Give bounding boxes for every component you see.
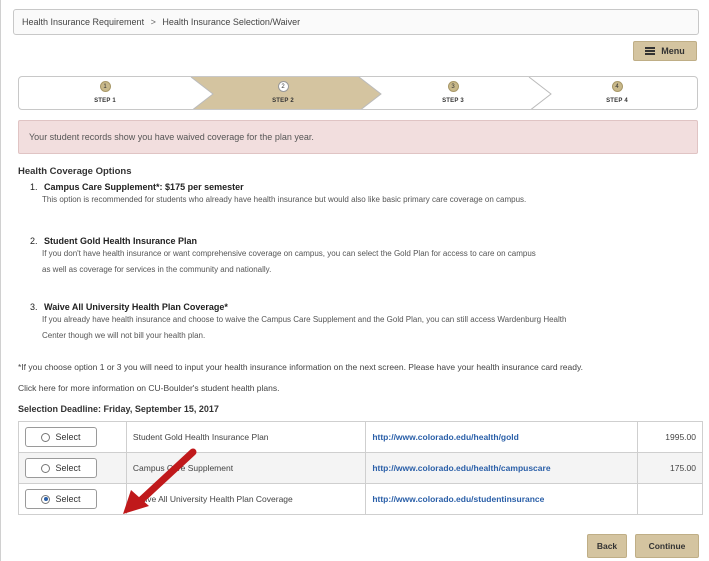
step-3-label: STEP 3 [442,98,464,104]
radio-selected-icon [41,494,51,504]
step-2-number: 2 [277,81,289,92]
option-description: as well as coverage for services in the … [42,265,272,274]
option-title: Student Gold Health Insurance Plan [44,236,198,246]
continue-button[interactable]: Continue [635,534,699,558]
option-description: If you don't have health insurance or wa… [42,249,536,258]
option-description: This option is recommended for students … [42,195,527,204]
option-number: 2. [30,236,38,246]
option-gold-plan: 2. Student Gold Health Insurance Plan If… [30,236,700,278]
radio-icon [41,463,51,473]
step-2: 2 STEP 2 [243,81,323,104]
waiver-notice: Your student records show you have waive… [18,120,698,154]
step-3-number: 3 [447,81,459,92]
select-button-label: Select [55,432,81,442]
step-4: 4 STEP 4 [577,81,657,104]
breadcrumb-separator: > [150,17,156,27]
step-3: 3 STEP 3 [413,81,493,104]
select-waive-button[interactable]: Select [25,489,97,509]
info-line-text: for more information on CU-Boulder's stu… [55,383,280,393]
select-button-label: Select [55,494,81,504]
click-here-link[interactable]: Click here [18,383,56,393]
plan-price: 175.00 [637,452,703,484]
page: Health Insurance Requirement > Health In… [0,0,709,561]
plan-link[interactable]: http://www.colorado.edu/health/gold [365,421,639,453]
option-number: 3. [30,302,38,312]
plan-price [637,483,703,515]
hamburger-icon [645,47,656,55]
option-title: Campus Care Supplement*: $175 per semest… [44,182,244,192]
menu-button-label: Menu [661,46,685,56]
back-button[interactable]: Back [587,534,627,558]
breadcrumb-item-selection-waiver: Health Insurance Selection/Waiver [162,17,301,27]
option-number: 1. [30,182,38,192]
breadcrumb: Health Insurance Requirement > Health In… [13,9,699,35]
step-1-number: 1 [99,81,111,92]
footnote: *If you choose option 1 or 3 you will ne… [18,362,583,372]
radio-icon [41,432,51,442]
options-heading: Health Coverage Options [18,166,132,177]
red-arrow-icon [123,448,197,514]
step-1-label: STEP 1 [94,98,116,104]
step-1: 1 STEP 1 [65,81,145,104]
step-4-label: STEP 4 [606,98,628,104]
step-4-number: 4 [611,81,623,92]
option-description: If you already have health insurance and… [42,315,567,324]
menu-button[interactable]: Menu [633,41,697,61]
selection-deadline: Selection Deadline: Friday, September 15… [18,404,219,414]
plan-link[interactable]: http://www.colorado.edu/studentinsurance [365,483,639,515]
select-button-label: Select [55,463,81,473]
option-waive: 3. Waive All University Health Plan Cove… [30,302,700,344]
progress-stepper: 1 STEP 1 2 STEP 2 3 STEP 3 4 STEP 4 [18,76,698,110]
option-description: Center though we will not bill your heal… [42,331,206,340]
option-campus-care: 1. Campus Care Supplement*: $175 per sem… [30,182,700,208]
breadcrumb-item-health-requirement[interactable]: Health Insurance Requirement [22,17,144,27]
step-2-label: STEP 2 [272,98,294,104]
plan-link[interactable]: http://www.colorado.edu/health/campuscar… [365,452,639,484]
plan-price: 1995.00 [637,421,703,453]
option-title: Waive All University Health Plan Coverag… [44,302,228,312]
select-campus-care-button[interactable]: Select [25,458,97,478]
info-line: Click here for more information on CU-Bo… [18,383,279,393]
select-gold-plan-button[interactable]: Select [25,427,97,447]
